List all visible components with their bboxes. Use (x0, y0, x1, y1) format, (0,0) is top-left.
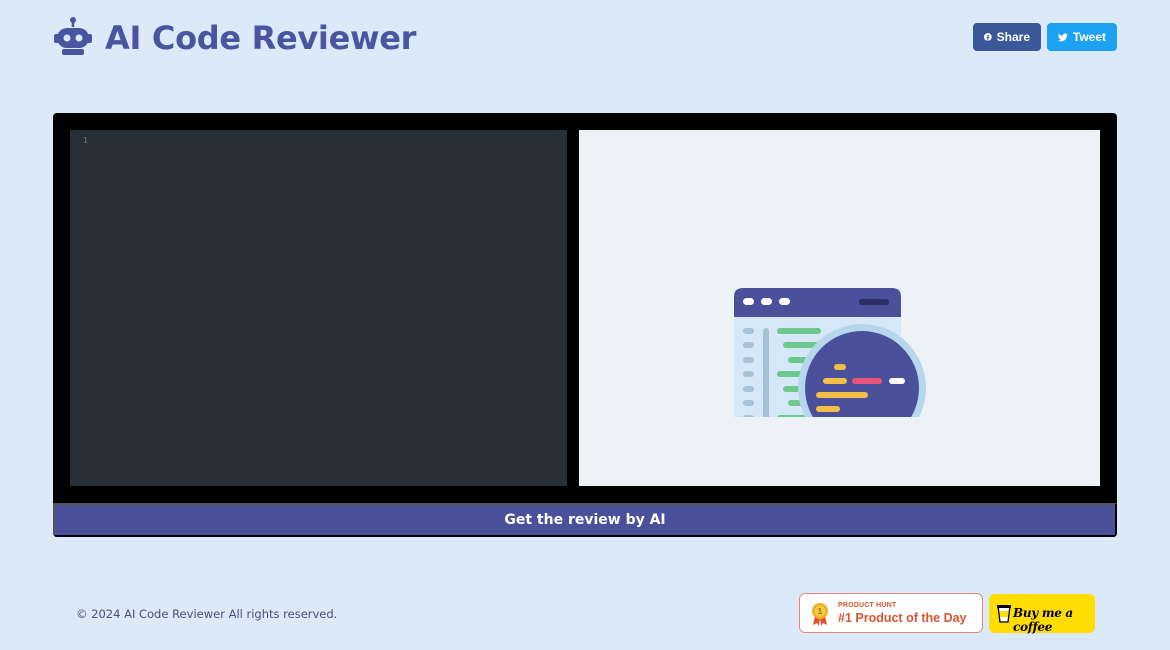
robot-icon (54, 17, 92, 55)
copyright-text: © 2024 AI Code Reviewer All rights reser… (76, 607, 338, 621)
line-number: 1 (83, 136, 88, 145)
code-magnifier-icon (734, 288, 926, 417)
share-buttons: Share Tweet (973, 23, 1117, 51)
svg-text:1: 1 (818, 607, 823, 616)
facebook-icon (984, 33, 992, 41)
workspace: 1 Get the review by AI (53, 113, 1117, 537)
product-of-day-label: #1 Product of the Day (838, 611, 967, 625)
get-review-button[interactable]: Get the review by AI (53, 503, 1117, 537)
share-label: Share (996, 30, 1030, 44)
header: AI Code Reviewer Share Tweet (53, 17, 1117, 63)
tweet-label: Tweet (1072, 30, 1106, 44)
code-editor[interactable]: 1 (70, 130, 567, 486)
app-title: AI Code Reviewer (105, 19, 417, 57)
coffee-cup-icon (997, 605, 1011, 623)
buy-me-a-coffee-button[interactable]: Buy me a coffee (989, 594, 1095, 634)
tweet-button[interactable]: Tweet (1047, 23, 1117, 51)
product-hunt-label: PRODUCT HUNT (838, 602, 897, 609)
review-output-panel (579, 130, 1100, 486)
coffee-label: Buy me a coffee (1013, 606, 1073, 634)
facebook-share-button[interactable]: Share (973, 23, 1041, 51)
medal-icon: 1 (812, 603, 828, 626)
twitter-icon (1058, 32, 1068, 41)
product-hunt-badge[interactable]: 1 PRODUCT HUNT #1 Product of the Day (799, 593, 983, 633)
